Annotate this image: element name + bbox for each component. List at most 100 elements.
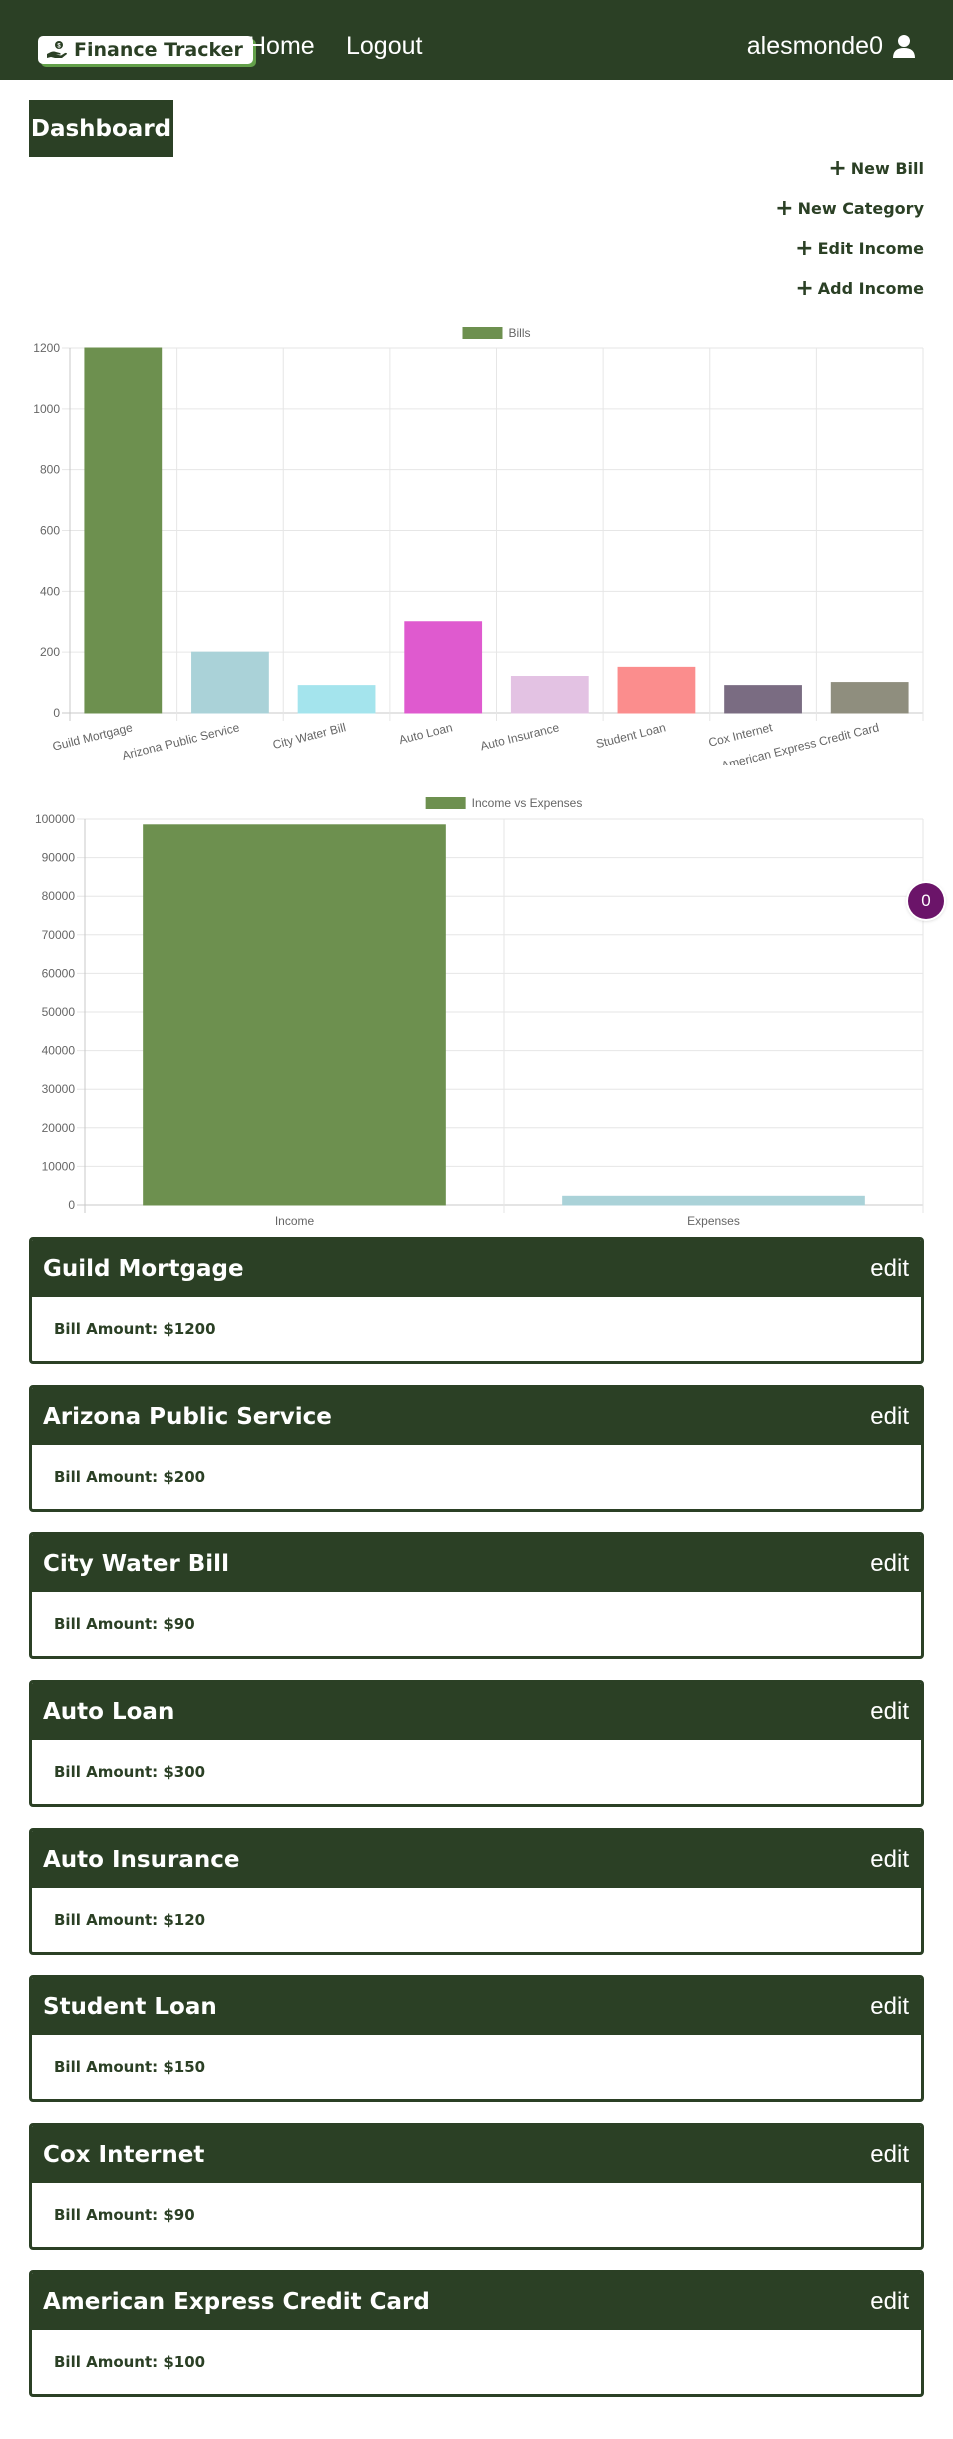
bill-card-header: Auto Loan edit xyxy=(32,1683,921,1740)
bill-amount: Bill Amount: $150 xyxy=(54,2058,206,2076)
y-tick-label: 50000 xyxy=(42,1005,76,1019)
bar xyxy=(84,347,163,714)
bill-edit-link[interactable]: edit xyxy=(870,2141,909,2169)
y-tick-label: 90000 xyxy=(42,851,76,865)
new-category-button[interactable]: + New Category xyxy=(775,195,924,221)
user-icon[interactable] xyxy=(892,34,916,58)
nav-home-link[interactable]: Home xyxy=(248,32,315,61)
y-tick-label: 80000 xyxy=(42,889,76,903)
hand-holding-dollar-icon: $ xyxy=(47,41,67,58)
bar xyxy=(562,1195,865,1206)
add-income-button[interactable]: + Add Income xyxy=(795,275,924,301)
bill-card-header: Arizona Public Service edit xyxy=(32,1388,921,1445)
bill-edit-link[interactable]: edit xyxy=(870,2288,909,2316)
bill-card: Guild Mortgage edit Bill Amount: $1200 xyxy=(29,1237,924,1364)
y-tick-label: 600 xyxy=(40,524,60,538)
navbar: $ Finance Tracker Home Logout alesmonde0 xyxy=(0,0,953,80)
bar xyxy=(724,685,802,714)
y-tick-label: 1200 xyxy=(33,341,60,355)
bill-card-header: Auto Insurance edit xyxy=(32,1831,921,1888)
legend-swatch xyxy=(462,327,503,339)
bill-card: Cox Internet edit Bill Amount: $90 xyxy=(29,2123,924,2250)
bar xyxy=(191,651,269,714)
income-vs-expenses-chart: Income vs Expenses 0 10000 20000 30000 40000 5… xyxy=(35,796,924,1228)
bill-card-header: Cox Internet edit xyxy=(32,2126,921,2183)
bills-chart: Bills020040060080010001200Guild Mortgage… xyxy=(33,326,924,765)
edit-income-button[interactable]: + Edit Income xyxy=(795,235,924,261)
bill-amount: Bill Amount: $90 xyxy=(54,1615,195,1633)
y-tick-label: 0 xyxy=(53,706,60,720)
bar xyxy=(510,676,589,714)
bill-card-body: Bill Amount: $90 xyxy=(32,1592,921,1656)
bill-card: Auto Insurance edit Bill Amount: $120 xyxy=(29,1828,924,1955)
new-bill-label: New Bill xyxy=(850,159,924,178)
bar xyxy=(143,824,446,1206)
bill-card-header: City Water Bill edit xyxy=(32,1535,921,1592)
nav-username[interactable]: alesmonde0 xyxy=(747,32,883,61)
y-tick-label: 400 xyxy=(40,584,60,598)
bill-edit-link[interactable]: edit xyxy=(870,1255,909,1283)
bill-edit-link[interactable]: edit xyxy=(870,1698,909,1726)
bar xyxy=(830,682,909,714)
x-tick-label: Student Loan xyxy=(594,720,667,751)
plus-icon: + xyxy=(828,155,847,181)
add-income-label: Add Income xyxy=(817,279,924,298)
bill-card: Student Loan edit Bill Amount: $150 xyxy=(29,1975,924,2102)
bill-card-body: Bill Amount: $100 xyxy=(32,2330,921,2394)
x-tick-label: Arizona Public Service xyxy=(121,720,241,763)
notification-badge[interactable]: 0 xyxy=(908,883,944,919)
bill-name: Arizona Public Service xyxy=(43,1403,332,1430)
y-tick-label: 70000 xyxy=(42,928,76,942)
bill-edit-link[interactable]: edit xyxy=(870,1403,909,1431)
bill-edit-link[interactable]: edit xyxy=(870,1550,909,1578)
new-category-label: New Category xyxy=(797,199,924,218)
bill-amount: Bill Amount: $100 xyxy=(54,2353,206,2371)
bill-amount: Bill Amount: $300 xyxy=(54,1763,206,1781)
y-tick-label: 20000 xyxy=(42,1121,76,1135)
bill-card-body: Bill Amount: $1200 xyxy=(32,1297,921,1361)
bill-name: Auto Loan xyxy=(43,1698,175,1725)
bar xyxy=(617,666,696,714)
bill-name: American Express Credit Card xyxy=(43,2288,430,2315)
plus-icon: + xyxy=(795,275,814,301)
bill-amount: Bill Amount: $1200 xyxy=(54,1320,216,1338)
bar xyxy=(404,621,483,714)
bill-edit-link[interactable]: edit xyxy=(870,1846,909,1874)
bar xyxy=(297,685,376,714)
bill-card: City Water Bill edit Bill Amount: $90 xyxy=(29,1532,924,1659)
new-bill-button[interactable]: + New Bill xyxy=(828,155,924,181)
legend-swatch xyxy=(425,797,466,809)
x-tick-label: City Water Bill xyxy=(271,720,347,752)
bill-card: American Express Credit Card edit Bill A… xyxy=(29,2270,924,2397)
y-tick-label: 30000 xyxy=(42,1082,76,1096)
bill-name: Student Loan xyxy=(43,1993,217,2020)
y-tick-label: 0 xyxy=(68,1198,75,1212)
bill-card-header: Guild Mortgage edit xyxy=(32,1240,921,1297)
bill-card: Auto Loan edit Bill Amount: $300 xyxy=(29,1680,924,1807)
y-tick-label: 60000 xyxy=(42,966,76,980)
x-tick-label: Expenses xyxy=(687,1214,740,1228)
page-title: Dashboard xyxy=(29,100,173,157)
x-tick-label: Cox Internet xyxy=(707,720,774,750)
y-tick-label: 800 xyxy=(40,463,60,477)
bill-card-body: Bill Amount: $150 xyxy=(32,2035,921,2099)
bill-card-header: American Express Credit Card edit xyxy=(32,2273,921,2330)
bill-name: Cox Internet xyxy=(43,2141,205,2168)
plus-icon: + xyxy=(775,195,794,221)
bill-card-header: Student Loan edit xyxy=(32,1978,921,2035)
plus-icon: + xyxy=(795,235,814,261)
x-tick-label: Auto Insurance xyxy=(479,720,561,753)
legend-label: Bills xyxy=(508,326,530,340)
legend-label: Income vs Expenses xyxy=(472,796,583,810)
bill-edit-link[interactable]: edit xyxy=(870,1993,909,2021)
x-tick-label: Income xyxy=(275,1214,315,1228)
bill-card-body: Bill Amount: $300 xyxy=(32,1740,921,1804)
y-tick-label: 40000 xyxy=(42,1044,76,1058)
bill-amount: Bill Amount: $120 xyxy=(54,1911,206,1929)
nav-logout-link[interactable]: Logout xyxy=(346,32,422,61)
bill-card: Arizona Public Service edit Bill Amount:… xyxy=(29,1385,924,1512)
edit-income-label: Edit Income xyxy=(817,239,924,258)
brand-logo-button[interactable]: $ Finance Tracker xyxy=(38,36,253,64)
bill-amount: Bill Amount: $90 xyxy=(54,2206,195,2224)
brand-text: Finance Tracker xyxy=(74,39,243,61)
